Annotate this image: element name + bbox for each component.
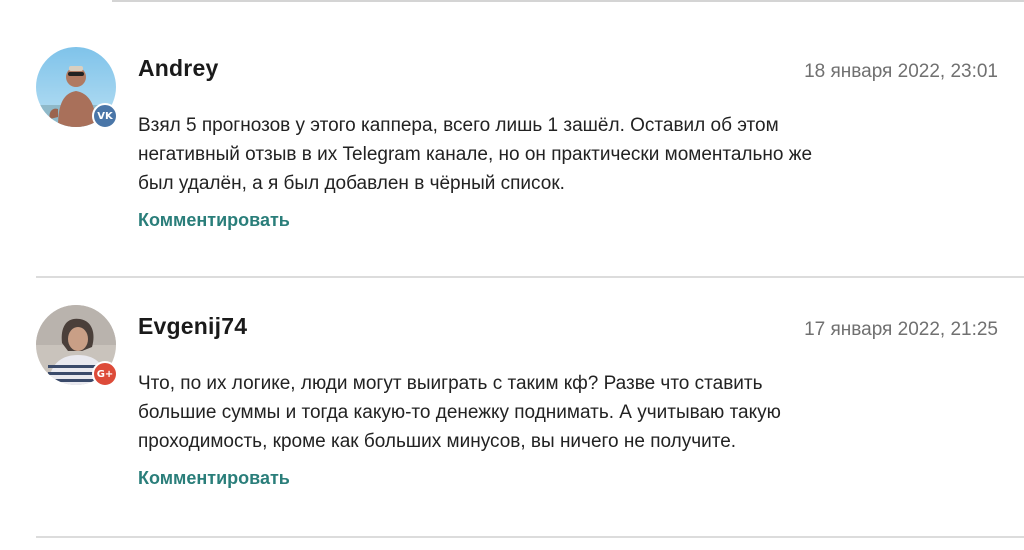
user-avatar[interactable]: G+ — [36, 305, 118, 387]
comment-reply-button[interactable]: Комментировать — [138, 210, 290, 231]
comment-date: 17 января 2022, 21:25 — [804, 319, 998, 340]
comment-date: 18 января 2022, 23:01 — [804, 61, 998, 82]
google-plus-icon: G+ — [92, 361, 118, 387]
comment-text-line: большие суммы и тогда какую-то денежку п… — [138, 402, 781, 423]
comment-text: Взял 5 прогнозов у этого каппера, всего … — [138, 111, 908, 198]
comment-divider — [36, 536, 1024, 538]
comment-text-line: был удалён, а я был добавлен в чёрный сп… — [138, 173, 565, 194]
user-avatar[interactable]: VK — [36, 47, 118, 129]
comment-author[interactable]: Evgenij74 — [138, 313, 247, 340]
comment-text: Что, по их логике, люди могут выиграть с… — [138, 369, 908, 456]
comment-author[interactable]: Andrey — [138, 55, 218, 82]
comment-item: G+ Evgenij74 17 января 2022, 21:25 Что, … — [0, 278, 1024, 538]
comment-text-line: проходимость, кроме как больших минусов,… — [138, 431, 737, 452]
comment-text-line: негативный отзыв в их Telegram канале, н… — [138, 144, 813, 165]
vk-icon: VK — [92, 103, 118, 129]
comment-text-line: Что, по их логике, люди могут выиграть с… — [138, 373, 763, 394]
comment-text-line: Взял 5 прогнозов у этого каппера, всего … — [138, 115, 779, 136]
comment-item: VK Andrey 18 января 2022, 23:01 Взял 5 п… — [0, 0, 1024, 278]
comment-reply-button[interactable]: Комментировать — [138, 468, 290, 489]
